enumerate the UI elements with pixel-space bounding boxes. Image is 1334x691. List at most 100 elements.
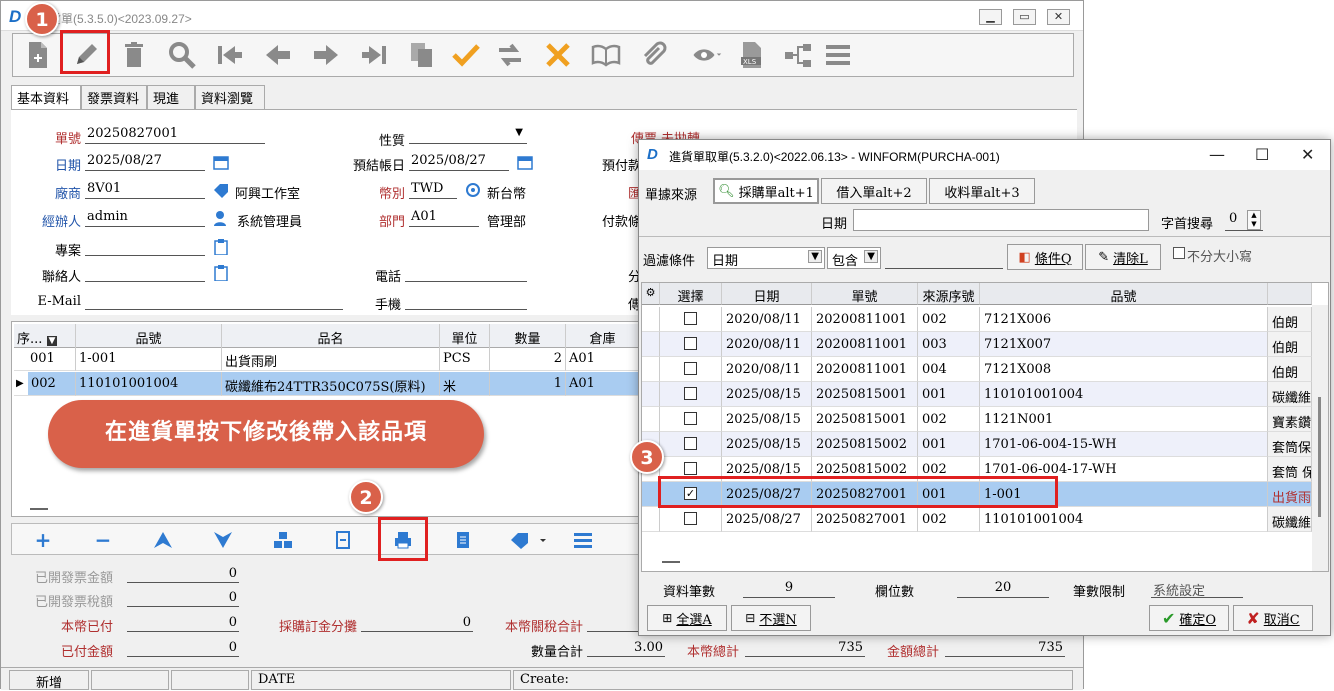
row-code[interactable]: 110101001004	[980, 507, 1268, 532]
tab-basic[interactable]: 基本資料	[11, 85, 81, 110]
header-date[interactable]: 日期	[722, 283, 812, 305]
attachment-button[interactable]	[637, 38, 671, 72]
email-field[interactable]	[85, 292, 343, 310]
row-no[interactable]: 20200811001	[812, 357, 918, 382]
vendor-code-field[interactable]: 8V01	[85, 181, 205, 199]
row-select-cell[interactable]	[660, 332, 722, 357]
mobile-field[interactable]	[405, 292, 527, 310]
doc-no-field[interactable]: 20250827001	[85, 126, 265, 144]
grid-header-qty[interactable]: 數量	[490, 324, 566, 348]
row-no[interactable]: 20200811001	[812, 332, 918, 357]
tag-icon[interactable]	[213, 182, 229, 198]
row-src[interactable]: 002	[918, 507, 980, 532]
row-no[interactable]: 20200811001	[812, 307, 918, 332]
row-code[interactable]: 7121X007	[980, 332, 1268, 357]
copy-button[interactable]	[405, 38, 439, 72]
row-src[interactable]: 001	[918, 382, 980, 407]
tab-invoice[interactable]: 發票資料	[81, 85, 147, 109]
row-no[interactable]: 20250827001	[812, 507, 918, 532]
header-select[interactable]: 選擇	[660, 283, 722, 305]
checkbox[interactable]	[684, 312, 697, 325]
cancel-doc-button[interactable]	[541, 38, 575, 72]
menu-button[interactable]	[821, 38, 855, 72]
add-row-button[interactable]: +	[32, 528, 54, 552]
checkbox[interactable]	[684, 412, 697, 425]
row-date[interactable]: 2020/08/11	[722, 332, 812, 357]
row-name[interactable]: 套筒 保	[1268, 457, 1312, 482]
table-row-unit[interactable]: PCS	[440, 347, 490, 371]
clipboard-icon[interactable]	[213, 265, 229, 281]
prev-record-button[interactable]	[261, 38, 295, 72]
table-row-wh[interactable]: A01	[566, 347, 640, 371]
user-icon[interactable]	[213, 210, 229, 226]
checkbox[interactable]	[684, 512, 697, 525]
dialog-close-button[interactable]: ✕	[1301, 145, 1314, 164]
row-name[interactable]: 碳纖維	[1268, 507, 1312, 532]
row-code[interactable]: 7121X008	[980, 357, 1268, 382]
row-no[interactable]: 20250815001	[812, 382, 918, 407]
source-tab-po[interactable]: 🔍︎ 採購單alt+1	[713, 178, 819, 204]
close-button[interactable]: ✕	[1047, 9, 1070, 25]
grid-header-name[interactable]: 品名	[222, 324, 440, 348]
row-date[interactable]: 2020/08/11	[722, 307, 812, 332]
row-code[interactable]: 1121N001	[980, 407, 1268, 432]
source-tab-borrow[interactable]: 借入單alt+2	[821, 178, 927, 204]
contact-field[interactable]	[85, 264, 205, 282]
header-item-code[interactable]: 品號	[980, 283, 1268, 305]
row-src[interactable]: 002	[918, 407, 980, 432]
dialog-minimize-button[interactable]: —	[1209, 145, 1225, 164]
cancel-button[interactable]: ✘ 取消C	[1233, 605, 1313, 631]
phone-field[interactable]	[405, 264, 527, 282]
delete-button[interactable]	[117, 38, 151, 72]
prefix-spinner[interactable]: ▲ ▼	[1247, 210, 1261, 230]
table-row-qty[interactable]: 1	[490, 372, 566, 396]
checkbox[interactable]	[684, 437, 697, 450]
limit-value[interactable]: 系統設定	[1151, 578, 1243, 599]
grid-collapse-handle[interactable]	[30, 508, 48, 510]
export-xls-button[interactable]: XLS	[735, 38, 769, 72]
row-select-cell[interactable]	[660, 432, 722, 457]
pre-date-field[interactable]: 2025/08/27	[409, 153, 509, 171]
row-name[interactable]: 伯朗	[1268, 357, 1312, 382]
clear-button[interactable]: ✎ 清除L	[1085, 244, 1161, 270]
grid-scrollbar[interactable]	[1312, 305, 1328, 571]
row-name[interactable]: 伯朗	[1268, 307, 1312, 332]
tag-dropdown-button[interactable]	[508, 529, 548, 551]
row-date[interactable]: 2025/08/15	[722, 382, 812, 407]
table-row-name[interactable]: 碳纖維布24TTR350C075S(原料)	[222, 372, 440, 396]
row-src[interactable]: 003	[918, 332, 980, 357]
coin-icon[interactable]	[465, 182, 481, 198]
view-button[interactable]	[685, 38, 729, 72]
row-name[interactable]: 套筒保	[1268, 432, 1312, 457]
transfer-button[interactable]	[493, 38, 527, 72]
checkbox[interactable]	[684, 337, 697, 350]
table-row-code[interactable]: 1-001	[76, 347, 222, 371]
table-row-wh[interactable]: A01	[566, 372, 640, 396]
row-no[interactable]: 20250815002	[812, 432, 918, 457]
table-row-unit[interactable]: 米	[440, 372, 490, 396]
minimize-button[interactable]: ▁	[979, 9, 1002, 25]
dept-field[interactable]: A01	[409, 209, 479, 227]
group-button[interactable]	[272, 529, 294, 551]
row-no[interactable]: 20250815001	[812, 407, 918, 432]
dialog-maximize-button[interactable]: ☐	[1255, 145, 1269, 164]
row-name[interactable]: 碳纖維	[1268, 382, 1312, 407]
ok-button[interactable]: ✔ 確定O	[1149, 605, 1229, 631]
row-code[interactable]: 1701-06-004-15-WH	[980, 432, 1268, 457]
row-select-cell[interactable]	[660, 407, 722, 432]
project-field[interactable]	[85, 238, 205, 256]
grid-settings-icon[interactable]: ⚙	[642, 283, 660, 305]
select-all-button[interactable]: ⊞ 全選A	[647, 605, 727, 631]
search-button[interactable]	[165, 38, 199, 72]
new-doc-button[interactable]	[21, 38, 55, 72]
row-name[interactable]: 寶素鑽	[1268, 407, 1312, 432]
table-row-name[interactable]: 出貨雨刷	[222, 347, 440, 371]
checkbox[interactable]	[684, 387, 697, 400]
next-record-button[interactable]	[309, 38, 343, 72]
filter-field-select[interactable]: 日期 ▼	[707, 247, 825, 269]
move-up-button[interactable]	[152, 529, 174, 551]
row-select-cell[interactable]	[660, 382, 722, 407]
grid-header-seq[interactable]: 序... ▼	[14, 324, 76, 348]
select-none-button[interactable]: ⊟ 不選N	[731, 605, 811, 631]
row-name[interactable]: 伯朗	[1268, 332, 1312, 357]
